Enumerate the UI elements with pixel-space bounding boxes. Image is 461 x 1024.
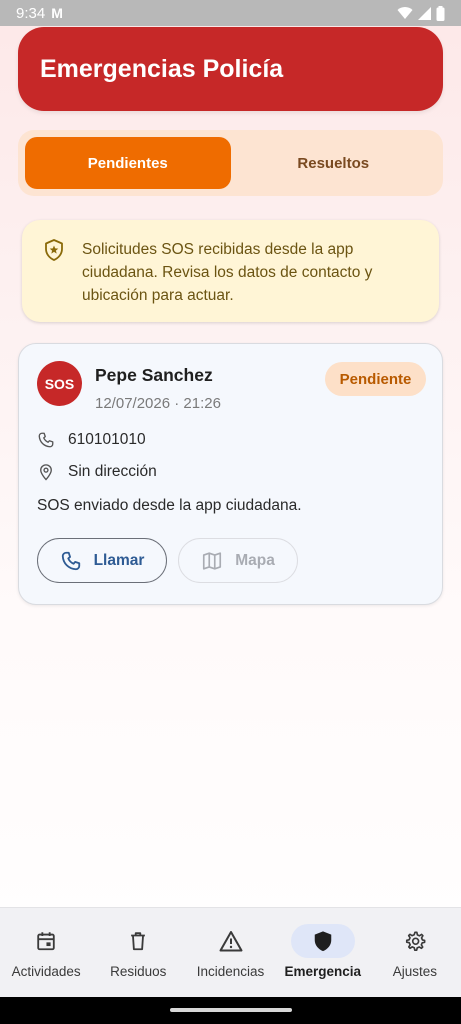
nav-pill xyxy=(106,924,170,958)
nav-label: Actividades xyxy=(11,964,81,979)
signal-icon xyxy=(418,6,431,20)
map-button-label: Mapa xyxy=(235,551,275,569)
nav-label: Ajustes xyxy=(392,964,438,979)
phone-icon xyxy=(61,551,80,570)
system-gesture-bar xyxy=(0,997,461,1024)
status-icons xyxy=(397,5,445,21)
battery-icon xyxy=(436,5,445,21)
gear-icon xyxy=(405,931,426,951)
request-datetime: 12/07/2026 · 21:26 xyxy=(95,395,221,412)
request-message: SOS enviado desde la app ciudadana. xyxy=(37,497,302,514)
shield-star-icon xyxy=(45,239,63,261)
nav-pill xyxy=(199,924,263,958)
map-icon xyxy=(203,551,222,570)
nav-item-ajustes[interactable]: Ajustes xyxy=(369,908,461,997)
bottom-navigation: Actividades Residuos Incidencias Emergen… xyxy=(0,907,461,997)
address-text: Sin dirección xyxy=(68,463,157,480)
address-row: Sin dirección xyxy=(37,463,157,481)
status-badge: Pendiente xyxy=(325,362,426,396)
call-button-label: Llamar xyxy=(93,551,145,569)
nav-pill xyxy=(290,924,355,958)
wifi-icon xyxy=(397,7,413,20)
nav-item-residuos[interactable]: Residuos xyxy=(92,908,184,997)
trash-icon xyxy=(131,932,146,951)
status-bar: 9:34 M xyxy=(0,0,461,26)
nav-label: Emergencia xyxy=(284,964,361,979)
status-tabs: Pendientes Resueltos xyxy=(18,130,443,196)
nav-label: Incidencias xyxy=(196,964,265,979)
nav-pill xyxy=(383,924,447,958)
shield-icon xyxy=(314,931,331,952)
info-banner: Solicitudes SOS recibidas desde la app c… xyxy=(22,220,439,322)
map-button[interactable]: Mapa xyxy=(178,538,298,583)
tab-pendientes[interactable]: Pendientes xyxy=(25,137,231,189)
phone-icon xyxy=(38,432,54,448)
nav-item-incidencias[interactable]: Incidencias xyxy=(184,908,276,997)
nav-item-actividades[interactable]: Actividades xyxy=(0,908,92,997)
gesture-handle[interactable] xyxy=(170,1008,292,1012)
status-time: 9:34 xyxy=(16,4,46,22)
warning-icon xyxy=(219,931,242,952)
phone-row: 610101010 xyxy=(37,431,146,449)
gmail-icon: M xyxy=(51,5,63,21)
nav-label: Residuos xyxy=(110,964,167,979)
tab-resueltos[interactable]: Resueltos xyxy=(231,137,437,189)
sos-request-card: SOS Pepe Sanchez 12/07/2026 · 21:26 Pend… xyxy=(18,343,443,605)
call-button[interactable]: Llamar xyxy=(37,538,167,583)
calendar-icon xyxy=(37,932,55,951)
nav-item-emergencia[interactable]: Emergencia xyxy=(277,908,369,997)
nav-pill xyxy=(14,924,78,958)
page-title: Emergencias Policía xyxy=(40,54,284,83)
requester-name: Pepe Sanchez xyxy=(95,365,213,385)
info-text: Solicitudes SOS recibidas desde la app c… xyxy=(82,241,373,304)
phone-number: 610101010 xyxy=(68,431,146,448)
app-header: Emergencias Policía xyxy=(18,27,443,111)
location-pin-icon xyxy=(40,464,52,481)
sos-avatar: SOS xyxy=(37,361,82,406)
